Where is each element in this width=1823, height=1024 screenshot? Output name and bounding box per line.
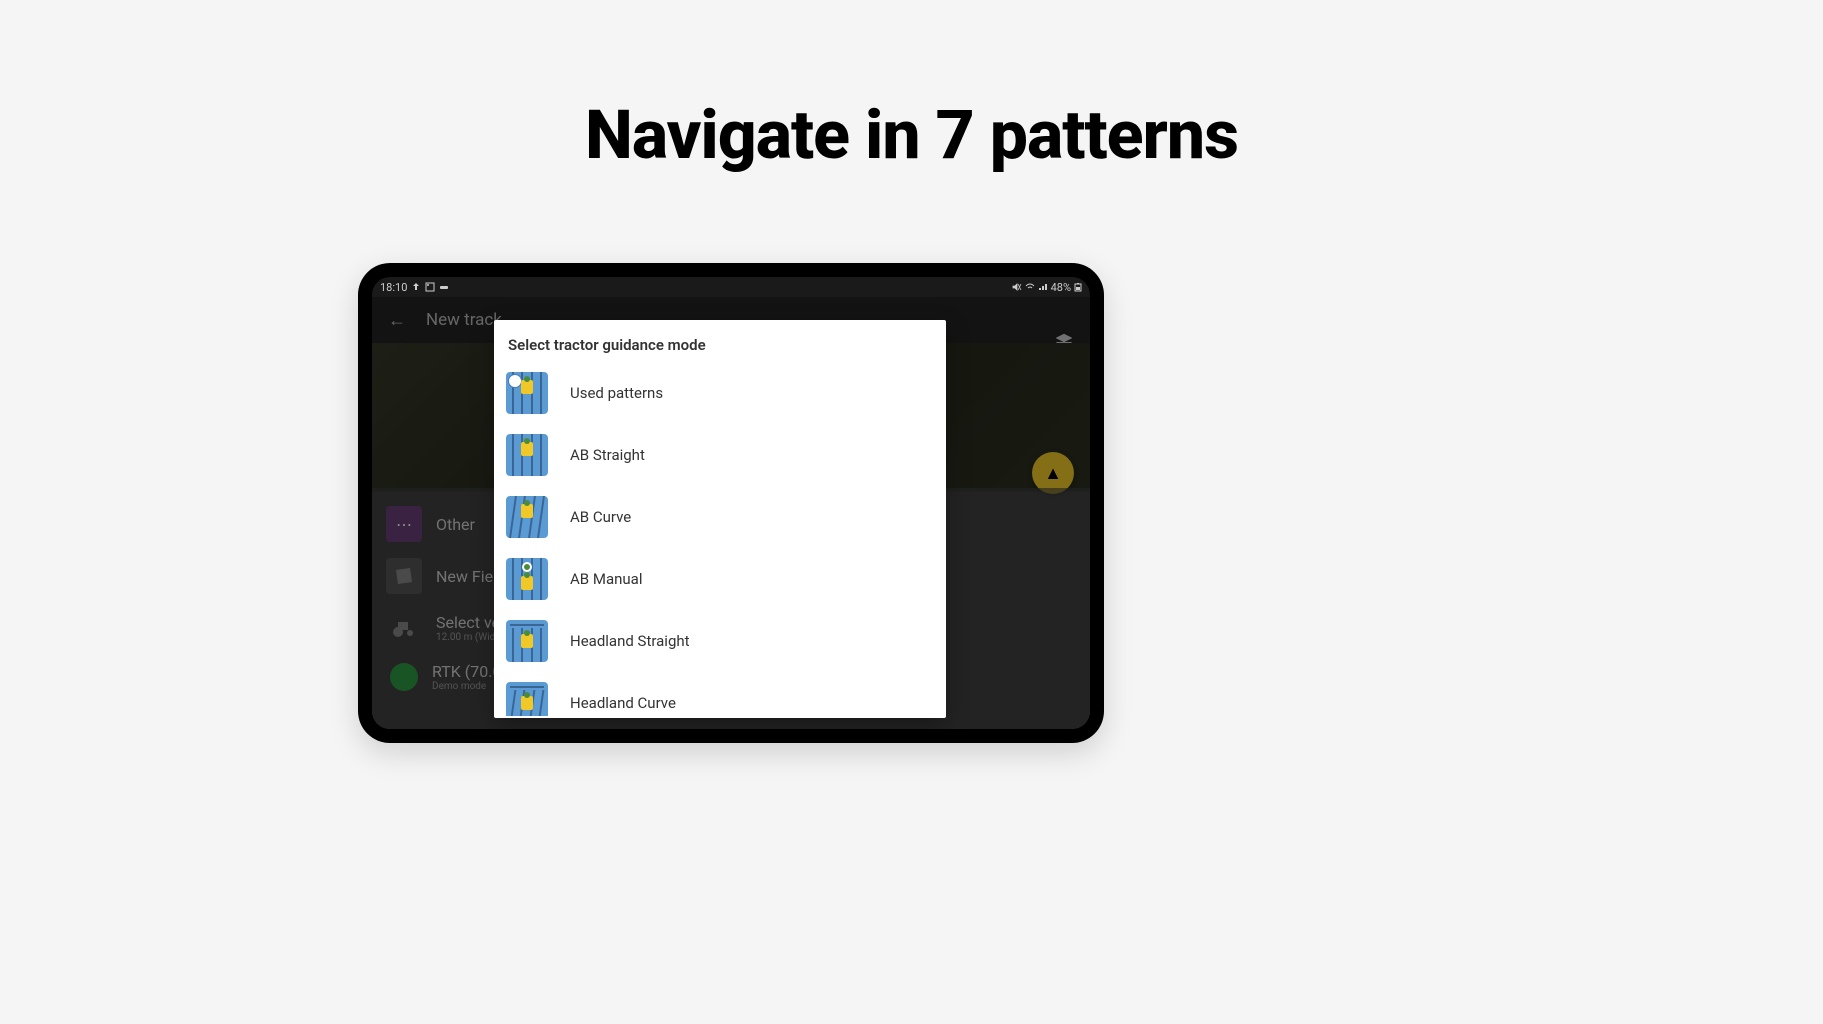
dialog-item-ab-straight[interactable]: AB Straight <box>494 424 946 486</box>
dialog-item-label: AB Manual <box>570 570 642 588</box>
ab-straight-icon <box>506 434 548 476</box>
guidance-mode-dialog: Select tractor guidance mode Used patter… <box>494 320 946 718</box>
android-status-bar: 18:10 <box>372 277 1090 297</box>
dialog-item-label: Headland Straight <box>570 632 690 650</box>
upload-icon <box>411 282 421 292</box>
tablet-screen: 18:10 <box>372 277 1090 729</box>
dialog-item-label: Used patterns <box>570 384 663 402</box>
battery-icon <box>1074 282 1082 292</box>
dialog-item-headland-curve[interactable]: Headland Curve <box>494 672 946 716</box>
dialog-item-headland-straight[interactable]: Headland Straight <box>494 610 946 672</box>
dialog-item-ab-curve[interactable]: AB Curve <box>494 486 946 548</box>
dialog-item-ab-manual[interactable]: AB Manual <box>494 548 946 610</box>
dialog-item-label: Headland Curve <box>570 694 676 712</box>
page-title: Navigate in 7 patterns <box>585 95 1238 175</box>
headland-straight-icon <box>506 620 548 662</box>
mute-icon <box>1012 282 1022 292</box>
car-icon <box>439 282 449 292</box>
dialog-item-used-patterns[interactable]: Used patterns <box>494 362 946 424</box>
headland-curve-icon <box>506 682 548 716</box>
app-content: ← New track ▲ ⋯ Other <box>372 297 1090 729</box>
signal-icon <box>1038 282 1048 292</box>
dialog-list: Used patterns AB Straight <box>494 362 946 716</box>
image-icon <box>425 282 435 292</box>
dialog-title: Select tractor guidance mode <box>494 320 946 362</box>
status-battery: 48% <box>1051 281 1071 294</box>
tablet-mockup-frame: 18:10 <box>358 263 1104 743</box>
ab-manual-icon <box>506 558 548 600</box>
dialog-item-label: AB Straight <box>570 446 645 464</box>
ab-curve-icon <box>506 496 548 538</box>
dialog-item-label: AB Curve <box>570 508 631 526</box>
used-patterns-icon <box>506 372 548 414</box>
wifi-icon <box>1025 282 1035 292</box>
status-time: 18:10 <box>380 281 407 294</box>
